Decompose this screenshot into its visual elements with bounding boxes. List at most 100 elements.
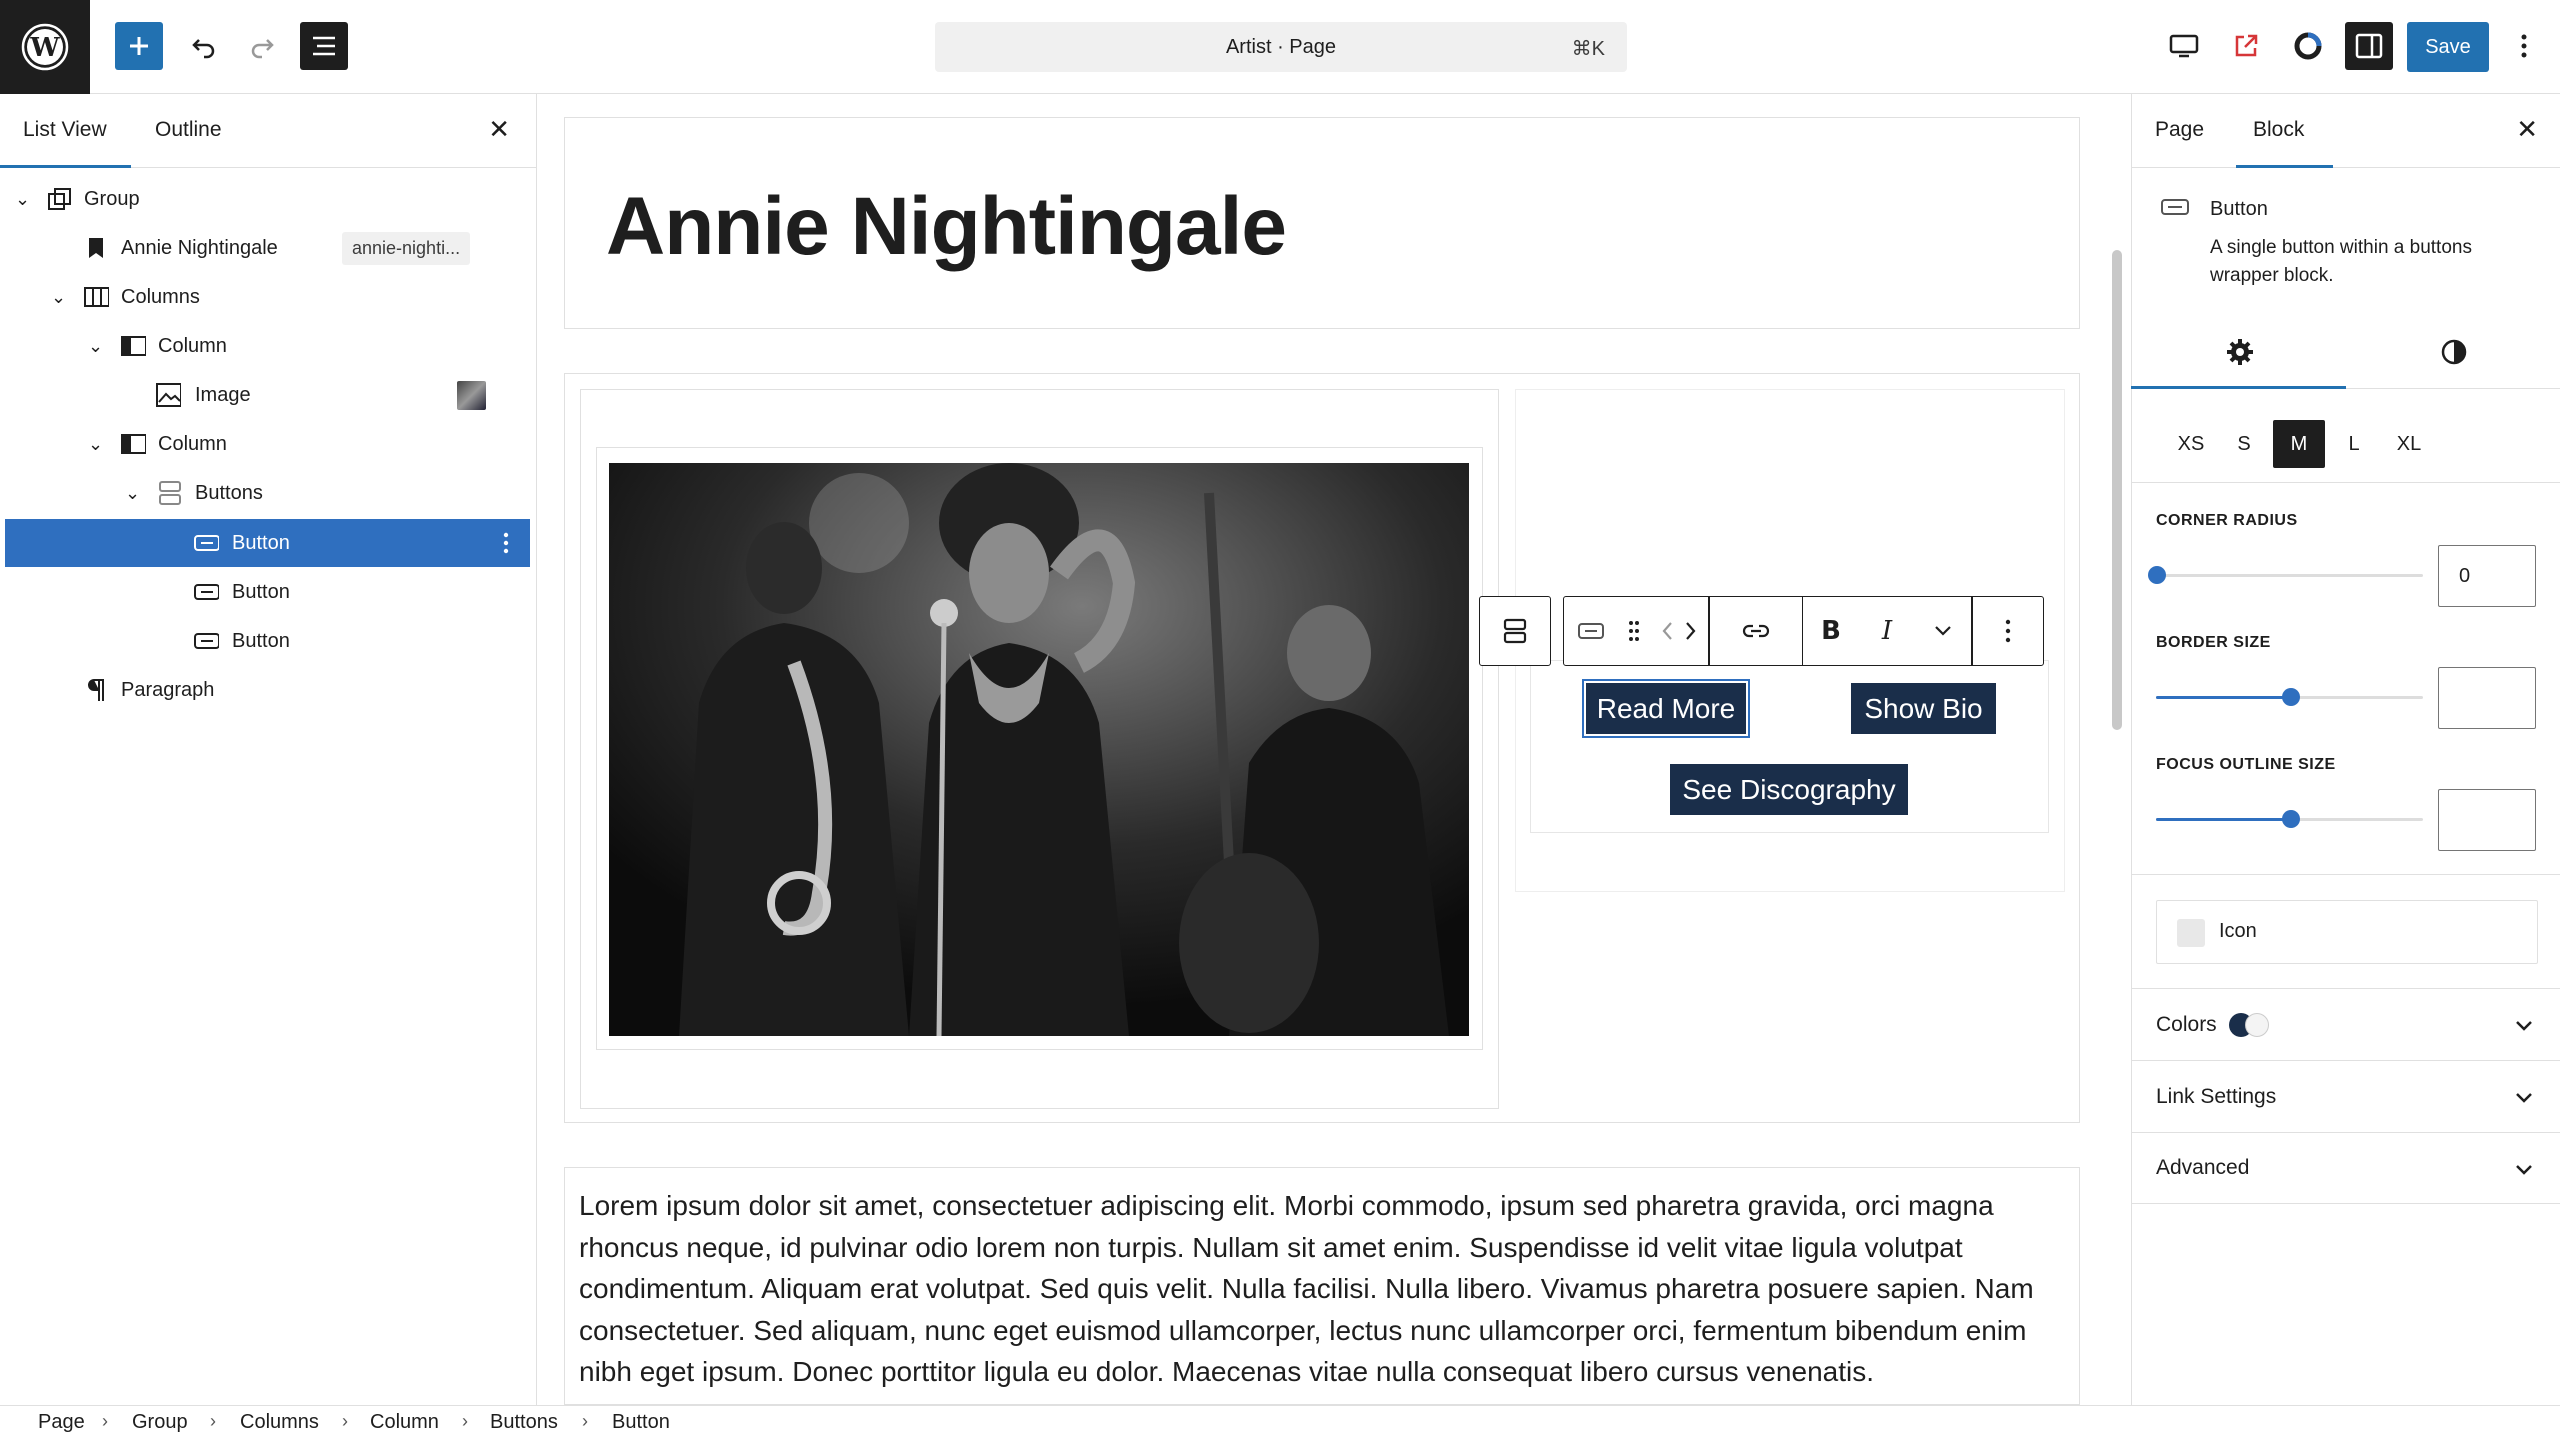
focus-outline-input[interactable] bbox=[2438, 789, 2536, 851]
tree-item-button[interactable]: Button bbox=[5, 568, 530, 616]
more-vertical-icon[interactable] bbox=[1973, 597, 2043, 665]
canvas-scrollbar[interactable] bbox=[2112, 250, 2122, 730]
italic-icon[interactable]: I bbox=[1859, 597, 1915, 665]
colors-panel[interactable]: Colors bbox=[2131, 988, 2560, 1060]
tree-item-column[interactable]: ⌄ Column bbox=[5, 420, 530, 468]
close-icon[interactable]: ✕ bbox=[2516, 114, 2538, 145]
breadcrumb-item[interactable]: Column bbox=[370, 1411, 439, 1434]
corner-radius-slider[interactable] bbox=[2148, 566, 2166, 584]
settings-sidebar-toggle[interactable] bbox=[2345, 22, 2393, 70]
chevron-down-icon[interactable]: ⌄ bbox=[51, 287, 66, 308]
breadcrumb-item[interactable]: Buttons bbox=[490, 1411, 558, 1434]
preview-device-button[interactable] bbox=[2160, 22, 2208, 70]
wordpress-logo-button[interactable]: W bbox=[0, 0, 90, 94]
see-discography-button[interactable]: See Discography bbox=[1670, 764, 1908, 815]
size-xs[interactable]: XS bbox=[2171, 420, 2211, 468]
border-size-label: BORDER SIZE bbox=[2156, 634, 2271, 651]
border-size-fill bbox=[2156, 696, 2290, 699]
size-xl[interactable]: XL bbox=[2387, 420, 2431, 468]
more-vertical-icon[interactable] bbox=[493, 530, 519, 556]
undo-icon bbox=[192, 39, 215, 59]
page-heading[interactable]: Annie Nightingale bbox=[606, 180, 1287, 274]
advanced-label: Advanced bbox=[2156, 1156, 2250, 1179]
chevron-down-icon[interactable]: ⌄ bbox=[15, 189, 30, 210]
divider bbox=[2131, 482, 2560, 483]
tree-item-columns[interactable]: ⌄ Columns bbox=[5, 273, 530, 321]
add-block-button[interactable] bbox=[115, 22, 163, 70]
external-link-icon bbox=[2235, 34, 2258, 57]
more-vertical-icon bbox=[2521, 34, 2527, 58]
border-size-slider[interactable] bbox=[2282, 688, 2300, 706]
move-left-right-icon[interactable] bbox=[1650, 597, 1708, 665]
drag-handle-icon[interactable] bbox=[1618, 597, 1650, 665]
desktop-icon bbox=[2169, 34, 2199, 58]
show-bio-button[interactable]: Show Bio bbox=[1851, 683, 1996, 734]
redo-button[interactable] bbox=[238, 22, 286, 70]
advanced-panel[interactable]: Advanced bbox=[2131, 1132, 2560, 1204]
chevron-down-icon[interactable]: ⌄ bbox=[88, 434, 103, 455]
document-overview-button[interactable] bbox=[300, 22, 348, 70]
top-toolbar: W Artist · Page ⌘K Save bbox=[0, 0, 2560, 94]
corner-radius-track[interactable] bbox=[2156, 574, 2423, 577]
tree-item-label: Image bbox=[195, 383, 251, 406]
tab-outline[interactable]: Outline bbox=[155, 118, 222, 142]
tree-item-label: Column bbox=[158, 432, 227, 455]
link-icon[interactable] bbox=[1710, 597, 1802, 665]
contrast-icon[interactable] bbox=[2440, 338, 2468, 371]
gear-icon[interactable] bbox=[2226, 338, 2254, 371]
focus-outline-slider[interactable] bbox=[2282, 810, 2300, 828]
focus-outline-label: FOCUS OUTLINE SIZE bbox=[2156, 756, 2336, 773]
size-l[interactable]: L bbox=[2338, 420, 2370, 468]
plugin-button[interactable] bbox=[2284, 22, 2332, 70]
link-settings-panel[interactable]: Link Settings bbox=[2131, 1060, 2560, 1132]
undo-button[interactable] bbox=[180, 22, 228, 70]
command-palette-bar[interactable]: Artist · Page ⌘K bbox=[935, 22, 1627, 72]
command-shortcut: ⌘K bbox=[1571, 38, 1605, 60]
tree-item-button[interactable]: Button bbox=[5, 617, 530, 665]
tab-list-view[interactable]: List View bbox=[23, 118, 107, 142]
tab-block[interactable]: Block bbox=[2253, 118, 2304, 142]
image-thumbnail bbox=[457, 380, 486, 410]
active-tab-indicator bbox=[0, 165, 131, 168]
bold-icon[interactable]: B bbox=[1803, 597, 1859, 665]
icon-picker[interactable]: Icon bbox=[2156, 900, 2538, 964]
tree-item-heading[interactable]: Annie Nightingale annie-nighti... bbox=[5, 224, 530, 272]
breadcrumb-item-current: Button bbox=[612, 1411, 670, 1433]
button-icon[interactable] bbox=[1564, 597, 1618, 665]
breadcrumb-item[interactable]: Columns bbox=[240, 1411, 319, 1434]
border-size-input[interactable] bbox=[2438, 667, 2536, 729]
parent-selector[interactable] bbox=[1479, 596, 1551, 666]
tree-item-image[interactable]: Image bbox=[5, 371, 530, 419]
close-icon[interactable]: ✕ bbox=[488, 114, 510, 145]
breadcrumb-item[interactable]: Page bbox=[38, 1411, 85, 1434]
tree-item-label: Button bbox=[232, 629, 290, 652]
corner-radius-input[interactable]: 0 bbox=[2438, 545, 2536, 607]
chevron-down-icon[interactable]: ⌄ bbox=[125, 483, 140, 504]
anchor-badge: annie-nighti... bbox=[342, 231, 471, 265]
divider bbox=[2131, 874, 2560, 875]
focus-outline-fill bbox=[2156, 818, 2290, 821]
tree-item-column[interactable]: ⌄ Column bbox=[5, 322, 530, 370]
buttons-icon[interactable] bbox=[1480, 597, 1550, 665]
view-page-button[interactable] bbox=[2222, 22, 2270, 70]
save-button[interactable]: Save bbox=[2407, 22, 2489, 72]
size-s[interactable]: S bbox=[2228, 420, 2260, 468]
artist-photo[interactable] bbox=[609, 463, 1469, 1036]
tree-item-paragraph[interactable]: Paragraph bbox=[5, 666, 530, 714]
list-view-icon bbox=[313, 36, 335, 56]
buttons-icon bbox=[157, 480, 183, 506]
svg-text:W: W bbox=[29, 33, 60, 63]
options-menu-button[interactable] bbox=[2500, 22, 2548, 70]
size-m[interactable]: M bbox=[2273, 420, 2325, 468]
paragraph-text[interactable]: Lorem ipsum dolor sit amet, consectetuer… bbox=[579, 1185, 2039, 1393]
tab-page[interactable]: Page bbox=[2155, 118, 2204, 142]
breadcrumb-item[interactable]: Group bbox=[132, 1411, 188, 1434]
chevron-down-icon bbox=[2514, 1159, 2534, 1183]
tree-item-buttons[interactable]: ⌄ Buttons bbox=[5, 469, 530, 517]
tree-item-button-selected[interactable]: Button bbox=[5, 519, 530, 567]
tree-item-group[interactable]: ⌄ Group bbox=[5, 175, 530, 223]
chevron-down-icon[interactable]: ⌄ bbox=[88, 336, 103, 357]
image-icon bbox=[155, 382, 181, 408]
chevron-down-icon[interactable] bbox=[1915, 597, 1971, 665]
read-more-button[interactable]: Read More bbox=[1582, 679, 1750, 738]
